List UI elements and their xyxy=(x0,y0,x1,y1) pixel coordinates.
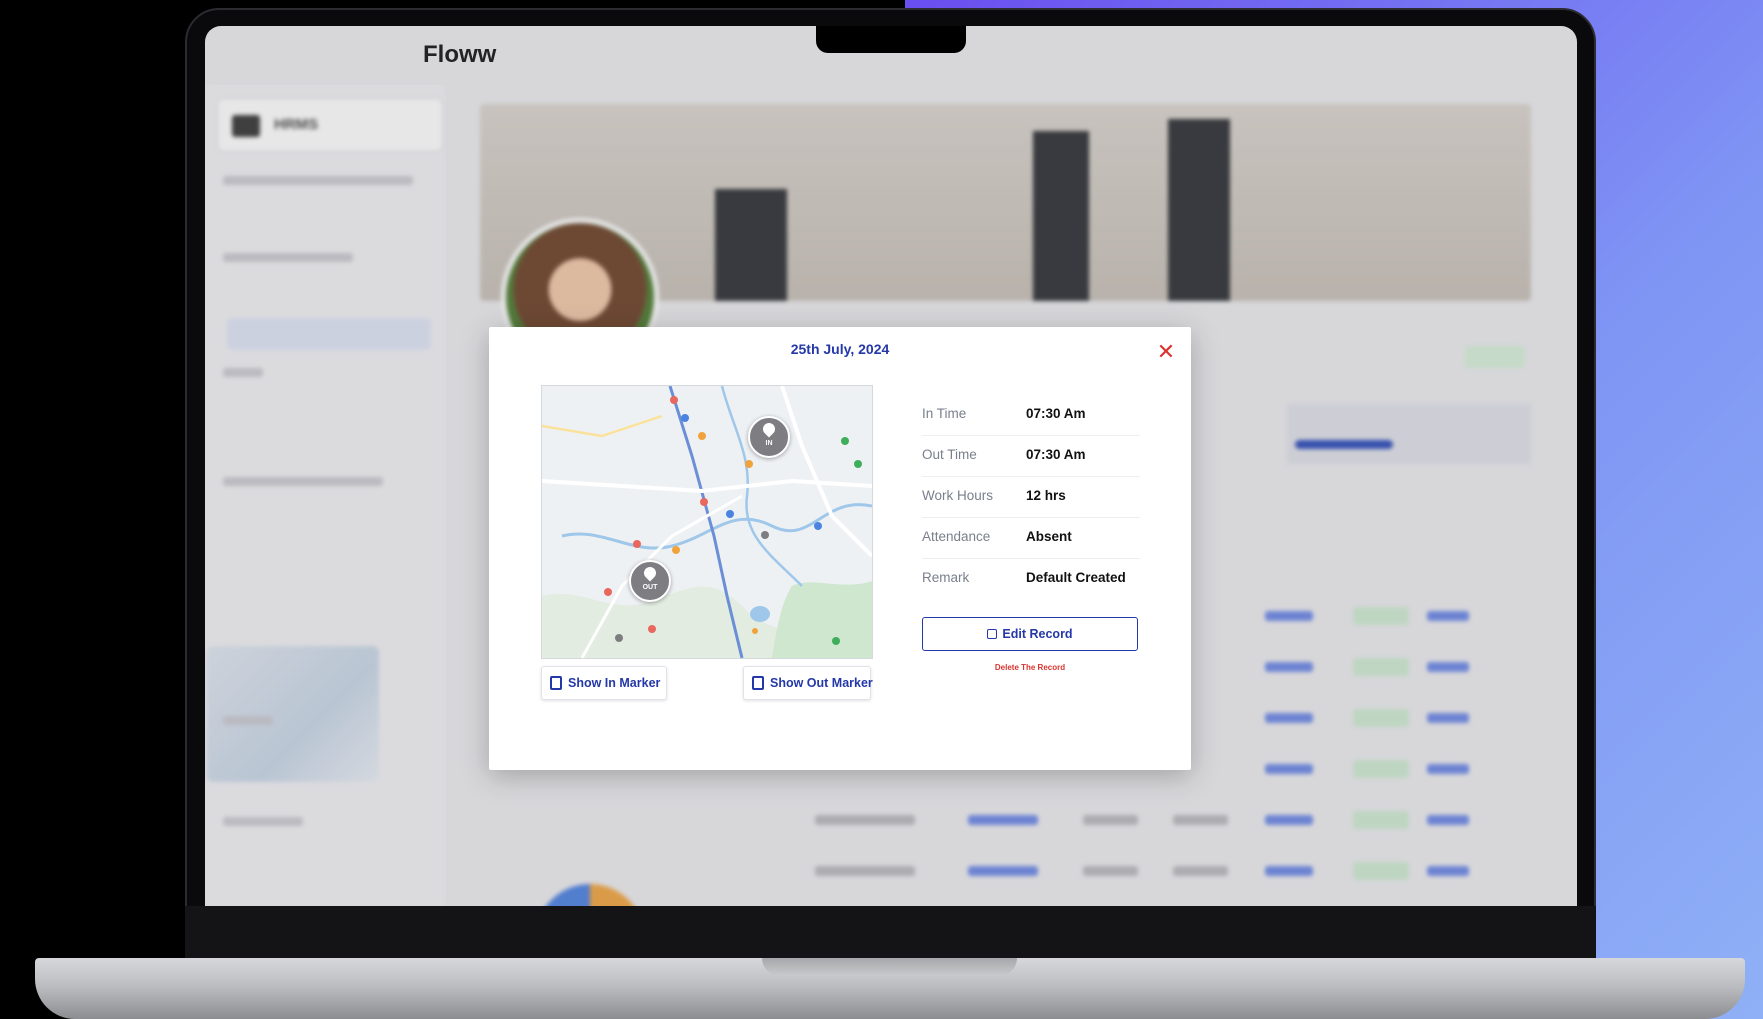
info-row-work-hours: Work Hours 12 hrs xyxy=(922,477,1140,518)
info-value: 12 hrs xyxy=(1026,488,1066,503)
laptop-screen: Floww HRMS 25th July, 2024 ✕ IN OUT Show… xyxy=(205,26,1577,906)
info-value: 07:30 Am xyxy=(1026,447,1086,462)
info-label: Work Hours xyxy=(922,488,994,503)
door-out-icon xyxy=(752,676,764,690)
info-label: Attendance xyxy=(922,529,991,544)
close-icon[interactable]: ✕ xyxy=(1155,341,1177,363)
delete-record-link[interactable]: Delete The Record xyxy=(922,663,1138,672)
map-graphic xyxy=(542,386,872,658)
camera-notch xyxy=(816,26,966,53)
info-value: 07:30 Am xyxy=(1026,406,1086,421)
edit-record-button[interactable]: Edit Record xyxy=(922,617,1138,651)
out-marker[interactable]: OUT xyxy=(629,560,671,602)
modal-date-title: 25th July, 2024 xyxy=(790,341,890,357)
info-label: Out Time xyxy=(922,447,977,462)
info-value: Absent xyxy=(1026,529,1072,544)
show-in-marker-button[interactable]: Show In Marker xyxy=(541,666,667,700)
location-map[interactable]: IN OUT xyxy=(541,385,873,659)
door-in-icon xyxy=(550,676,562,690)
edit-icon xyxy=(987,629,998,639)
laptop-bezel-bottom xyxy=(185,906,1596,961)
info-row-remark: Remark Default Created xyxy=(922,559,1140,599)
info-row-attendance: Attendance Absent xyxy=(922,518,1140,559)
attendance-record-modal: 25th July, 2024 ✕ IN OUT Show In Marker … xyxy=(489,327,1191,770)
info-row-out-time: Out Time 07:30 Am xyxy=(922,436,1140,477)
info-label: Remark xyxy=(922,570,970,585)
info-row-in-time: In Time 07:30 Am xyxy=(922,395,1140,436)
info-value: Default Created xyxy=(1026,570,1126,585)
show-out-marker-button[interactable]: Show Out Marker xyxy=(743,666,873,700)
info-label: In Time xyxy=(922,406,967,421)
in-marker[interactable]: IN xyxy=(748,416,790,458)
laptop-base-lip xyxy=(762,958,1017,976)
